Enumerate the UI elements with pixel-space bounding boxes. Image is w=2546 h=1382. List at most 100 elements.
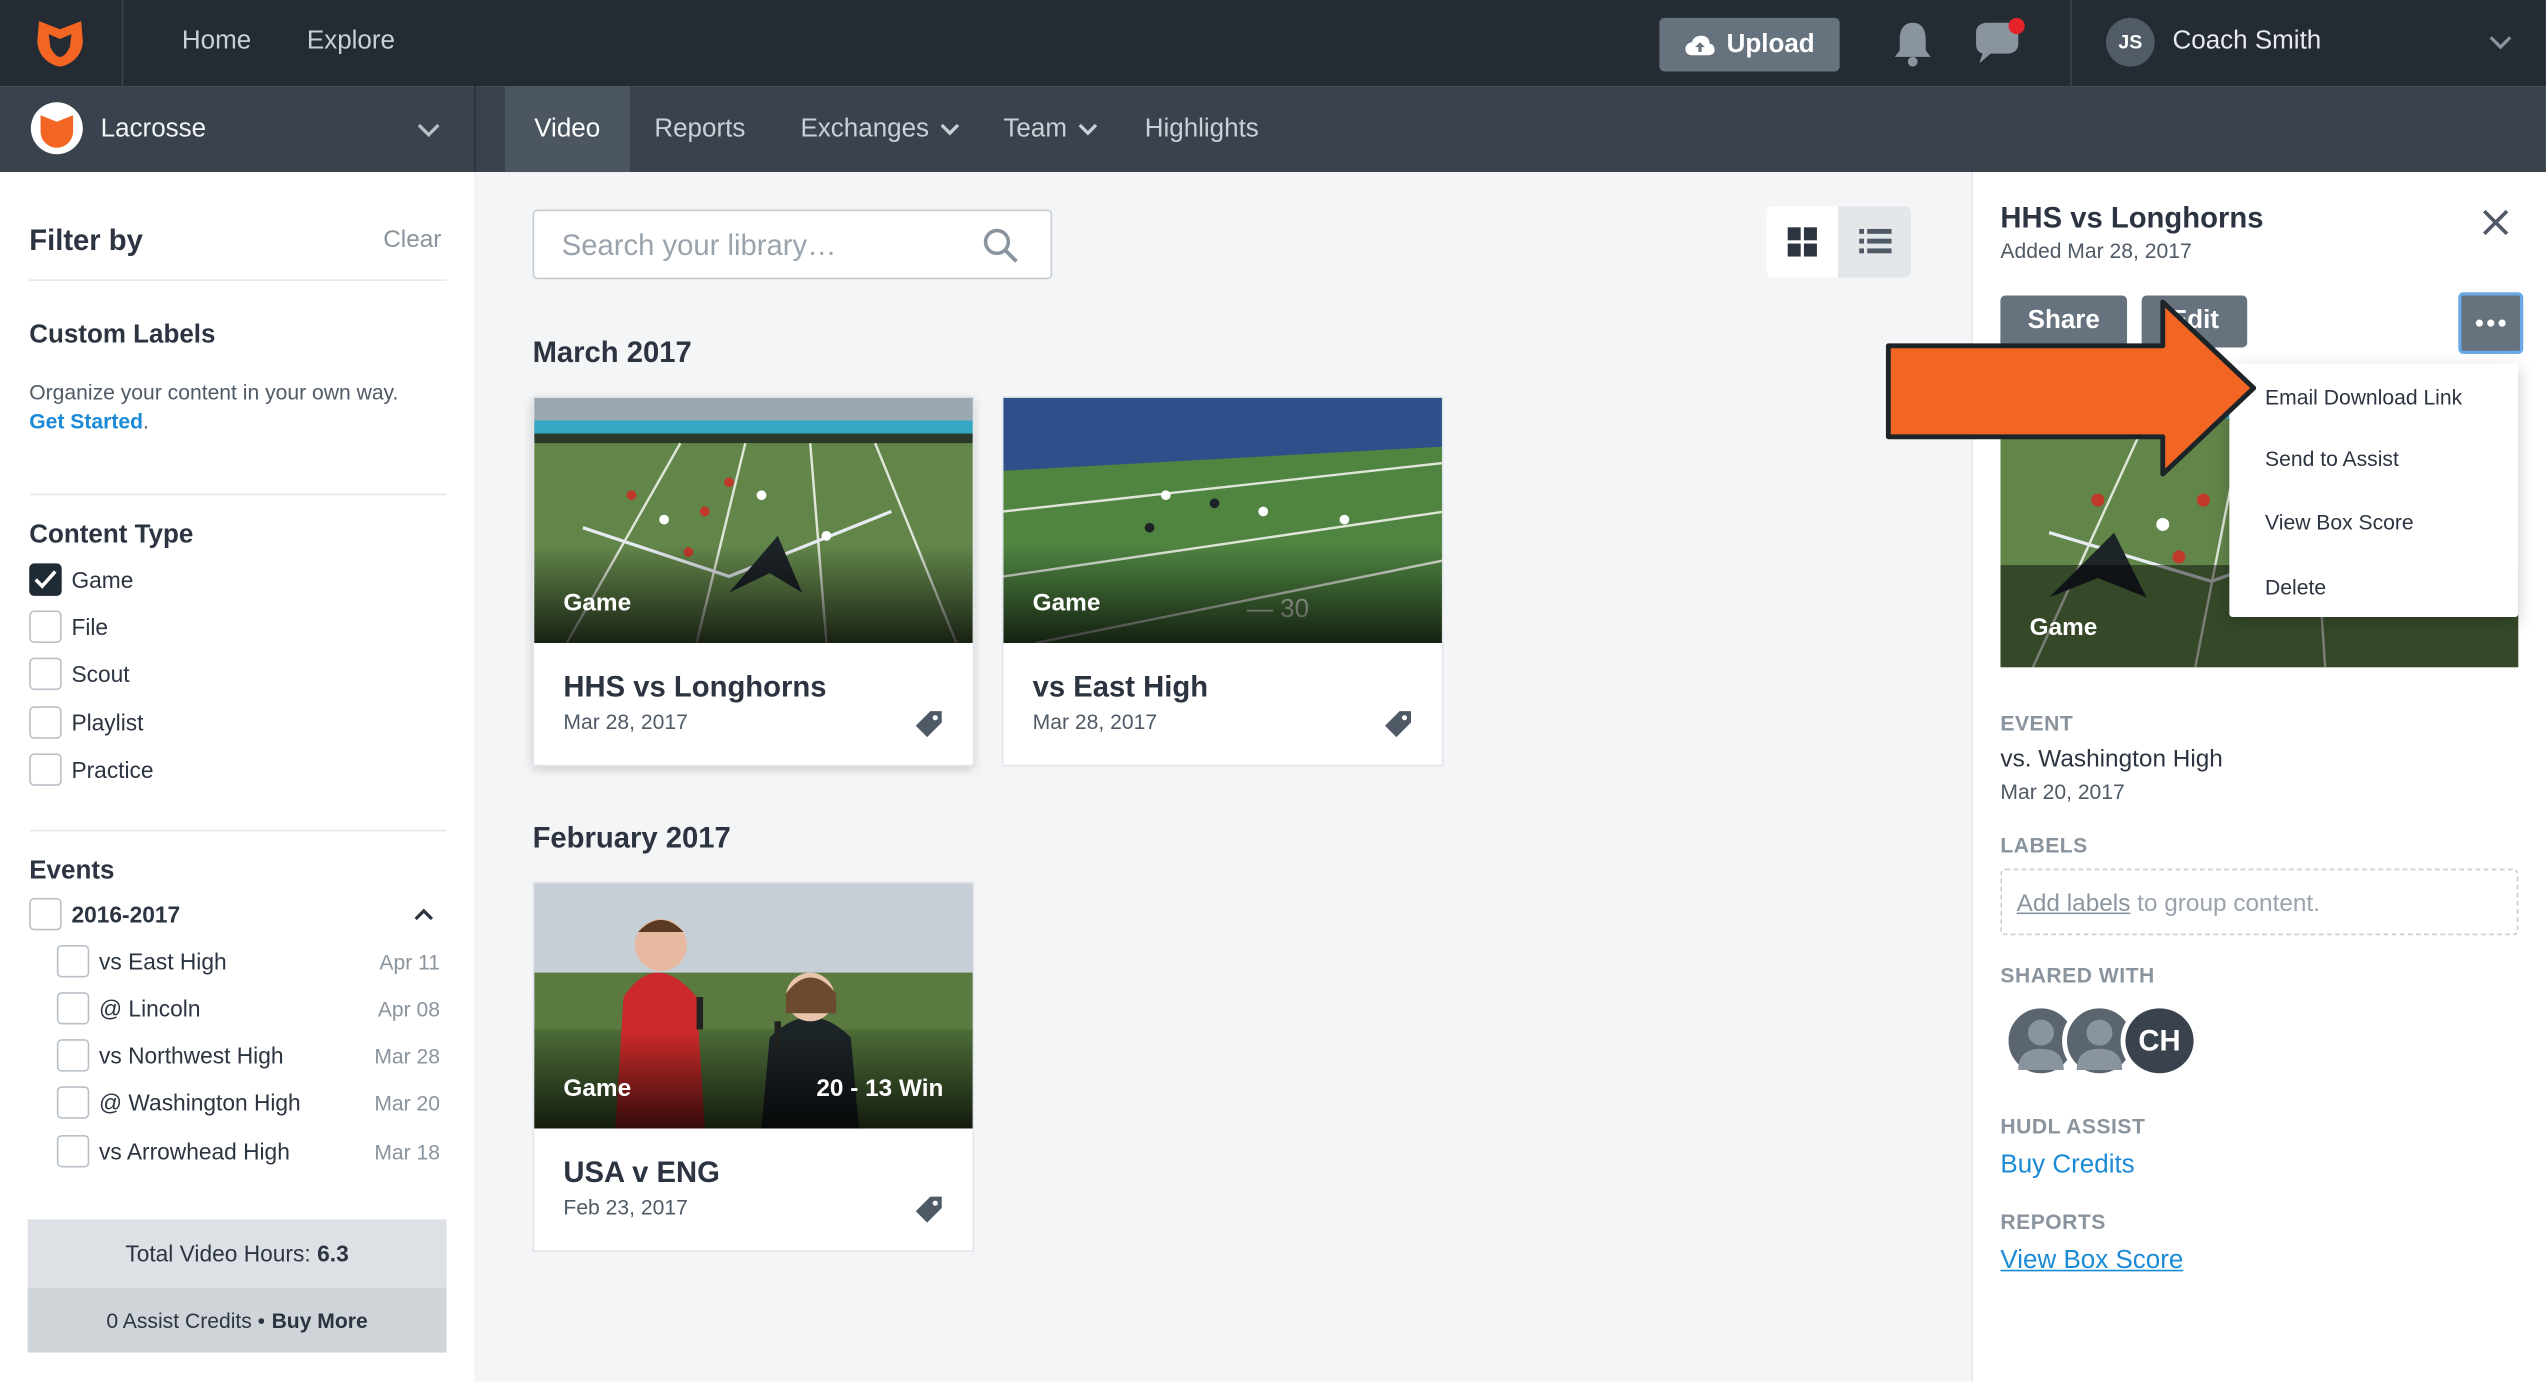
menu-item-send-to-assist[interactable]: Send to Assist [2265,447,2399,471]
event-date: Apr 08 [377,996,441,1021]
tag-icon[interactable] [914,1195,943,1224]
video-thumbnail[interactable]: — 30 Game [1003,397,1442,643]
checkbox[interactable] [29,610,62,643]
user-avatar[interactable]: JS [2105,17,2155,67]
nav-explore[interactable]: Explore [307,28,395,57]
team-logo-icon[interactable] [30,102,83,155]
event-item[interactable]: vs Arrowhead High Mar 18 [56,1133,440,1169]
chevron-down-icon[interactable] [416,120,442,139]
hudl-logo-icon[interactable] [32,15,87,70]
close-icon[interactable] [2479,206,2511,238]
panel-added-date: Added Mar 28, 2017 [2000,238,2192,264]
tab-label: Team [1003,114,1067,143]
shared-user-avatar[interactable]: CH [2120,1003,2199,1079]
checkbox-checked[interactable] [29,563,62,596]
more-options-button[interactable] [2458,292,2524,354]
season-2016-2017[interactable]: 2016-2017 [29,896,441,932]
reports-heading: REPORTS [2000,1209,2106,1235]
divider [2070,0,2072,87]
event-date: Mar 20, 2017 [2000,779,2125,804]
labels-heading: LABELS [2000,832,2088,858]
video-date: Mar 28, 2017 [563,709,688,734]
checkbox[interactable] [29,897,62,931]
filter-file[interactable]: File [29,609,441,645]
tab-highlights[interactable]: Highlights [1115,86,1288,172]
video-thumbnail[interactable]: Game [534,397,973,643]
filter-practice[interactable]: Practice [29,752,441,788]
filter-label: File [71,613,109,640]
filter-label: Scout [71,660,130,687]
event-item[interactable]: @ Lincoln Apr 08 [56,990,441,1026]
check-icon [34,570,57,589]
grid-view-button[interactable] [1766,206,1839,278]
video-title[interactable]: HHS vs Longhorns [563,671,826,705]
video-title[interactable]: vs East High [1033,671,1208,705]
tab-video[interactable]: Video [504,86,630,173]
credits-label: 0 Assist Credits • [106,1307,266,1333]
chevron-down-icon[interactable] [2488,32,2514,51]
content-type-label: Game [2029,613,2098,642]
event-date: Mar 20 [374,1090,441,1115]
video-title[interactable]: USA v ENG [563,1156,719,1190]
labels-hint: to group content. [2130,889,2320,918]
event-label: @ Lincoln [99,995,201,1022]
hours-value: 6.3 [317,1240,349,1267]
checkbox[interactable] [29,706,62,739]
event-label: vs Northwest High [99,1042,284,1069]
tag-icon[interactable] [914,710,943,739]
menu-item-delete[interactable]: Delete [2265,575,2326,599]
checkbox[interactable] [56,1086,90,1119]
grid-icon [1787,227,1817,257]
filter-scout[interactable]: Scout [29,656,441,692]
checkbox[interactable] [56,992,90,1025]
content-type-title: Content Type [29,521,194,549]
assist-credits: 0 Assist Credits • Buy More [27,1287,447,1353]
tab-reports[interactable]: Reports [625,86,774,172]
tab-exchanges[interactable]: Exchanges [771,86,990,172]
upload-button[interactable]: Upload [1659,17,1840,72]
divider [121,0,124,87]
tab-team[interactable]: Team [974,86,1128,172]
tag-icon[interactable] [1383,710,1412,739]
event-heading: EVENT [2000,711,2074,736]
event-item[interactable]: @ Washington High Mar 20 [56,1085,441,1121]
menu-item-email-download-link[interactable]: Email Download Link [2265,385,2462,409]
get-started-link[interactable]: Get Started [29,409,143,433]
filter-playlist[interactable]: Playlist [29,705,441,741]
buy-more-link[interactable]: Buy More [272,1308,368,1332]
event-item[interactable]: vs Northwest High Mar 28 [56,1038,440,1074]
checkbox[interactable] [56,1039,90,1072]
bell-icon[interactable] [1888,19,1937,68]
filter-label: Practice [71,756,154,783]
period: . [143,409,149,434]
buy-credits-link[interactable]: Buy Credits [2000,1151,2134,1180]
season-label: 2016-2017 [71,901,181,928]
tab-label: Highlights [1144,114,1259,143]
add-labels-link[interactable]: Add labels [2017,890,2131,918]
checkbox[interactable] [29,753,62,786]
filter-label: Game [71,566,134,593]
video-thumbnail[interactable]: Game 20 - 13 Win [534,883,973,1129]
checkbox[interactable] [56,1134,90,1168]
chevron-up-icon[interactable] [412,906,435,922]
video-card[interactable]: Game HHS vs Longhorns Mar 28, 2017 [532,396,975,767]
video-card[interactable]: — 30 Game vs East High Mar 28, 2017 [1001,396,1444,767]
menu-item-view-box-score[interactable]: View Box Score [2265,510,2414,534]
nav-home[interactable]: Home [182,28,251,57]
event-item[interactable]: vs East High Apr 11 [56,943,440,979]
checkbox[interactable] [29,657,62,691]
clear-filters-link[interactable]: Clear [383,226,441,254]
team-selector[interactable]: Lacrosse [101,115,206,144]
view-box-score-link[interactable]: View Box Score [2000,1247,2183,1276]
event-name: vs. Washington High [2000,745,2223,773]
video-card[interactable]: Game 20 - 13 Win USA v ENG Feb 23, 2017 [532,881,975,1252]
messages-icon[interactable] [1971,16,2029,71]
user-name[interactable]: Coach Smith [2173,28,2322,57]
search-icon[interactable] [981,226,1020,265]
filter-game[interactable]: Game [29,562,441,598]
list-view-button[interactable] [1838,206,1912,278]
list-icon [1858,228,1891,254]
tab-label: Exchanges [800,114,930,143]
checkbox[interactable] [56,944,90,978]
shared-with-heading: SHARED WITH [2000,962,2155,988]
